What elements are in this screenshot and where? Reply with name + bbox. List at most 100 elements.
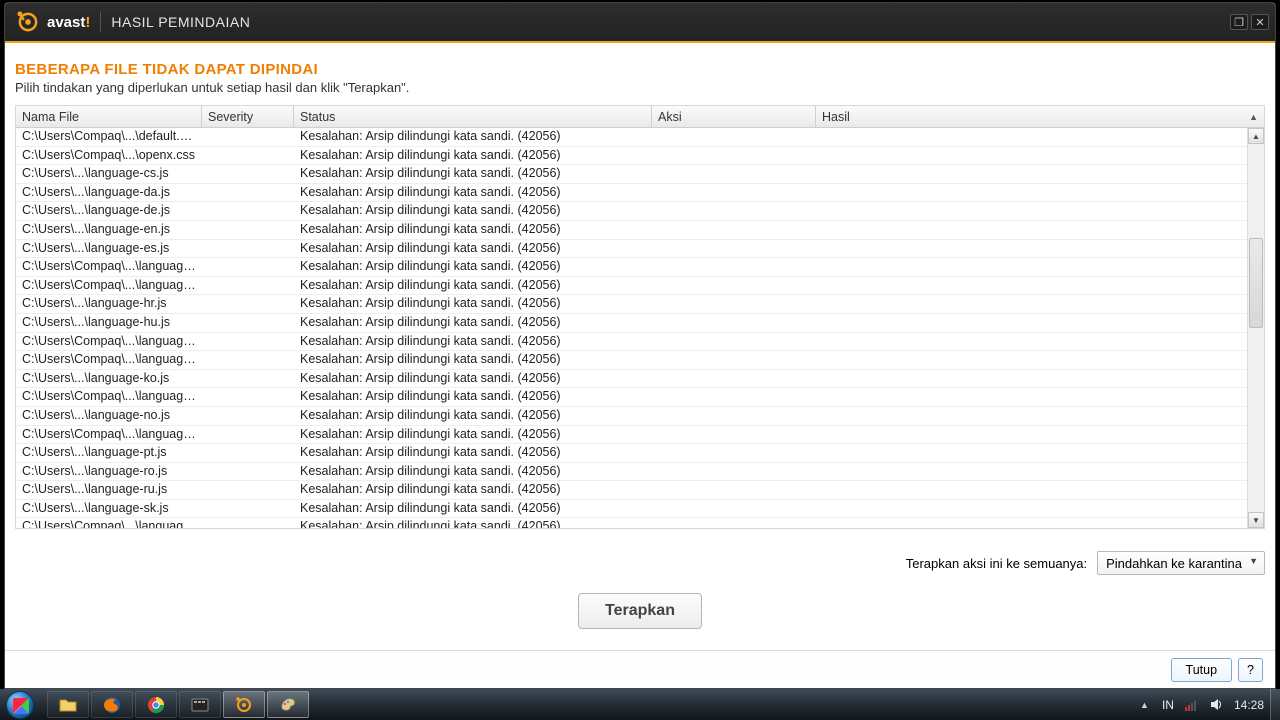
apply-button[interactable]: Terapkan [578,593,702,629]
title-bar: avast! HASIL PEMINDAIAN ❐ ✕ [5,3,1275,43]
table-row[interactable]: C:\Users\Compaq\...\language-pl.jsKesala… [16,426,1264,445]
cell-status: Kesalahan: Arsip dilindungi kata sandi. … [294,351,652,369]
scroll-down-icon[interactable]: ▼ [1248,512,1264,528]
taskbar-explorer[interactable] [47,691,89,718]
page-subheading: Pilih tindakan yang diperlukan untuk set… [15,80,1265,95]
cell-severity [202,407,294,425]
start-button[interactable] [0,689,40,720]
cell-severity [202,370,294,388]
cell-status: Kesalahan: Arsip dilindungi kata sandi. … [294,277,652,295]
cell-status: Kesalahan: Arsip dilindungi kata sandi. … [294,463,652,481]
title-separator [100,12,101,32]
tray-expand-icon[interactable]: ▲ [1137,697,1152,712]
cell-aksi [652,463,816,481]
taskbar-mediaplayer[interactable] [179,691,221,718]
cell-severity [202,518,294,528]
cell-status: Kesalahan: Arsip dilindungi kata sandi. … [294,240,652,258]
col-hasil[interactable]: Hasil▲ [816,106,1264,127]
table-row[interactable]: C:\Users\Compaq\...\language-sl.jsKesala… [16,518,1264,528]
folder-icon [59,696,77,714]
chrome-icon [147,696,165,714]
cell-aksi [652,295,816,313]
cell-status: Kesalahan: Arsip dilindungi kata sandi. … [294,128,652,146]
apply-all-select[interactable]: Pindahkan ke karantina [1097,551,1265,575]
cell-aksi [652,426,816,444]
help-button[interactable]: ? [1238,658,1263,682]
close-button[interactable]: ✕ [1251,14,1269,30]
col-status[interactable]: Status [294,106,652,127]
tray-volume-icon[interactable] [1209,697,1224,712]
table-row[interactable]: C:\Users\...\language-ru.jsKesalahan: Ar… [16,481,1264,500]
cell-filename: C:\Users\Compaq\...\language-ja.js [16,351,202,369]
cell-filename: C:\Users\...\language-de.js [16,202,202,220]
col-nama-file[interactable]: Nama File [16,106,202,127]
taskbar-firefox[interactable] [91,691,133,718]
show-desktop-button[interactable] [1270,689,1280,720]
col-label: Nama File [22,110,79,124]
cell-aksi [652,351,816,369]
table-row[interactable]: C:\Users\Compaq\...\openx.cssKesalahan: … [16,147,1264,166]
table-row[interactable]: C:\Users\Compaq\...\language-ja.js Kesala… [16,351,1264,370]
table-row[interactable]: C:\Users\...\language-sk.jsKesalahan: Ar… [16,500,1264,519]
col-aksi[interactable]: Aksi [652,106,816,127]
table-row[interactable]: C:\Users\...\language-en.jsKesalahan: Ar… [16,221,1264,240]
vertical-scrollbar[interactable]: ▲ ▼ [1247,128,1264,528]
cell-aksi [652,240,816,258]
taskbar-chrome[interactable] [135,691,177,718]
table-row[interactable]: C:\Users\Compaq\...\language-fr.jsKesala… [16,277,1264,296]
cell-severity [202,147,294,165]
scroll-thumb[interactable] [1249,238,1263,328]
cell-severity [202,277,294,295]
cell-hasil [816,165,1264,183]
cell-hasil [816,444,1264,462]
brand-text: avast! [47,14,90,31]
taskbar-paint[interactable] [267,691,309,718]
cell-status: Kesalahan: Arsip dilindungi kata sandi. … [294,147,652,165]
tray-network-icon[interactable] [1184,697,1199,712]
cell-severity [202,426,294,444]
results-table: Nama File Severity Status Aksi Hasil▲ C:… [15,105,1265,529]
paint-icon [279,696,297,714]
cell-hasil [816,426,1264,444]
table-row[interactable]: C:\Users\...\language-hr.jsKesalahan: Ar… [16,295,1264,314]
maximize-button[interactable]: ❐ [1230,14,1248,30]
sort-indicator-icon: ▲ [1249,112,1258,122]
table-row[interactable]: C:\Users\Compaq\...\language-it.jsKesala… [16,333,1264,352]
cell-status: Kesalahan: Arsip dilindungi kata sandi. … [294,370,652,388]
table-row[interactable]: C:\Users\...\language-ko.jsKesalahan: Ar… [16,370,1264,389]
table-row[interactable]: C:\Users\...\language-cs.jsKesalahan: Ar… [16,165,1264,184]
cell-status: Kesalahan: Arsip dilindungi kata sandi. … [294,184,652,202]
cell-filename: C:\Users\Compaq\...\language-fi.js [16,258,202,276]
table-row[interactable]: C:\Users\...\language-da.jsKesalahan: Ar… [16,184,1264,203]
table-row[interactable]: C:\Users\...\language-ro.jsKesalahan: Ar… [16,463,1264,482]
brand-name: avast [47,14,85,31]
avast-icon [235,696,253,714]
table-row[interactable]: C:\Users\...\language-hu.jsKesalahan: Ar… [16,314,1264,333]
taskbar-avast[interactable] [223,691,265,718]
tray-language[interactable]: IN [1162,698,1174,712]
cell-hasil [816,370,1264,388]
cell-aksi [652,221,816,239]
tray-clock[interactable]: 14:28 [1234,698,1264,712]
cell-status: Kesalahan: Arsip dilindungi kata sandi. … [294,444,652,462]
avast-logo: avast! [15,9,90,35]
cell-status: Kesalahan: Arsip dilindungi kata sandi. … [294,518,652,528]
cell-status: Kesalahan: Arsip dilindungi kata sandi. … [294,202,652,220]
cell-hasil [816,351,1264,369]
cell-aksi [652,147,816,165]
table-row[interactable]: C:\Users\...\language-de.js Kesalahan: Ar… [16,202,1264,221]
cell-filename: C:\Users\Compaq\...\language-it.js [16,333,202,351]
cell-hasil [816,333,1264,351]
table-row[interactable]: C:\Users\Compaq\...\language-nl.jsKesala… [16,388,1264,407]
table-row[interactable]: C:\Users\...\language-es.jsKesalahan: Ar… [16,240,1264,259]
table-row[interactable]: C:\Users\Compaq\...\language-fi.jsKesala… [16,258,1264,277]
apply-all-row: Terapkan aksi ini ke semuanya: Pindahkan… [15,551,1265,575]
close-dialog-button[interactable]: Tutup [1171,658,1233,682]
table-row[interactable]: C:\Users\...\language-pt.jsKesalahan: Ar… [16,444,1264,463]
table-row[interactable]: C:\Users\...\language-no.jsKesalahan: Ar… [16,407,1264,426]
col-severity[interactable]: Severity [202,106,294,127]
scroll-up-icon[interactable]: ▲ [1248,128,1264,144]
cell-aksi [652,314,816,332]
col-label: Aksi [658,110,682,124]
table-row[interactable]: C:\Users\Compaq\...\default.cssKesalahan… [16,128,1264,147]
